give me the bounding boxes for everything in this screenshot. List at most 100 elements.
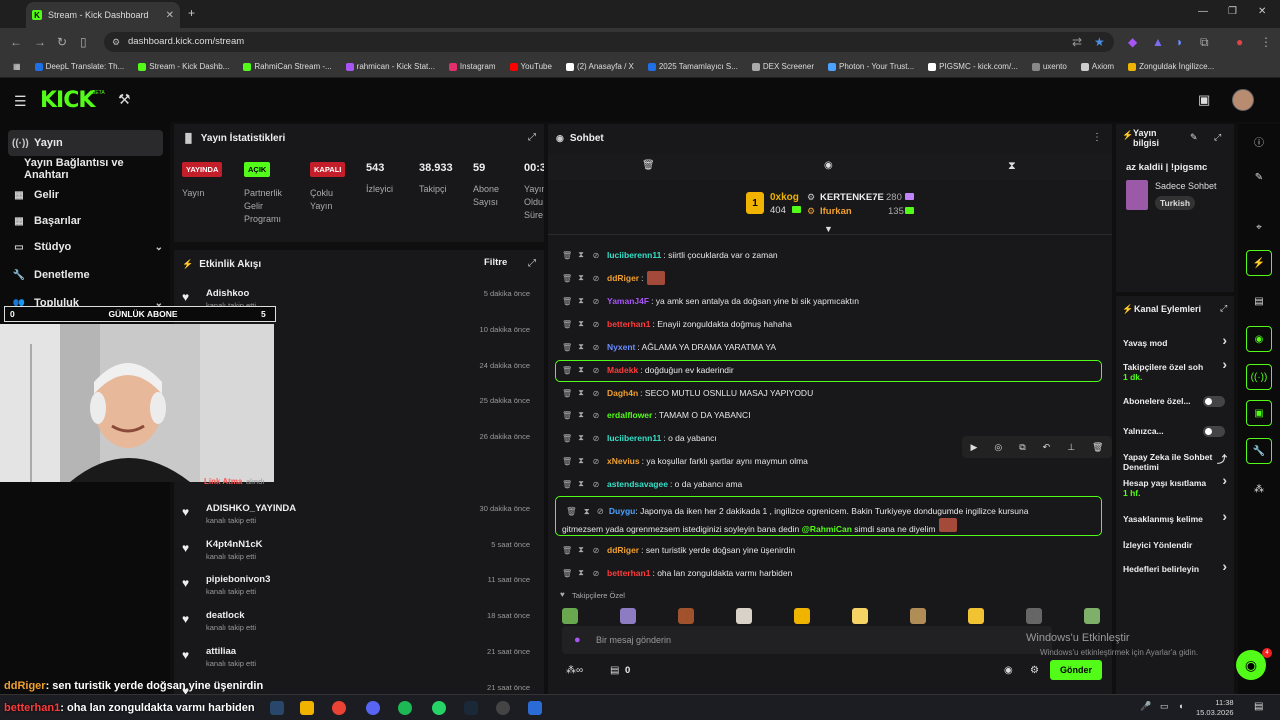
activity-user[interactable]: attiliaa	[206, 646, 236, 657]
nodes-icon[interactable]: ⁂	[1246, 476, 1272, 502]
timeout-icon[interactable]: ⧗	[577, 296, 585, 306]
chat-icon[interactable]: ◉	[824, 160, 833, 171]
ban-icon[interactable]: ⊘	[592, 320, 600, 329]
ban-icon[interactable]: ⊘	[592, 546, 600, 555]
mention-tag[interactable]: @RahmiCan	[802, 524, 852, 534]
minimize-icon[interactable]: —	[1198, 6, 1208, 17]
trash-icon[interactable]: 🗑	[642, 160, 655, 171]
chat-username[interactable]: betterhan1	[607, 319, 650, 329]
delete-icon[interactable]: 🗑	[562, 389, 572, 398]
side-panel-icon[interactable]: ▯	[80, 35, 87, 49]
ban-icon[interactable]: ⊘	[592, 389, 600, 398]
sidebar-item[interactable]: ▦ Başarılar	[8, 208, 163, 234]
microphone-icon[interactable]: 🎤	[1140, 701, 1151, 712]
window-close-icon[interactable]: ✕	[1258, 6, 1266, 17]
timeout-icon[interactable]: ⧗	[584, 506, 590, 516]
chat-username[interactable]: Nyxent	[607, 342, 635, 352]
delete-icon[interactable]: 🗑	[562, 434, 572, 443]
taskbar-clock[interactable]: 11:38 15.03.2026	[1196, 698, 1234, 718]
emote-image[interactable]	[1084, 608, 1100, 624]
pin-icon[interactable]: ⊥	[1067, 442, 1075, 453]
edit-pencil-icon[interactable]: ✎	[1246, 164, 1272, 190]
channel-action-item[interactable]: Abonelere özel...	[1123, 396, 1227, 407]
emote-image[interactable]	[852, 608, 868, 624]
ban-icon[interactable]: ⊘	[592, 457, 600, 466]
ban-icon[interactable]: ⊘	[592, 366, 600, 375]
ban-icon[interactable]: ⊘	[592, 569, 600, 578]
browser-menu-icon[interactable]: ⋮	[1260, 35, 1272, 49]
chat-username[interactable]: Duygu	[609, 506, 635, 516]
emote-image[interactable]	[1026, 608, 1042, 624]
delete-icon[interactable]: 🗑	[562, 274, 572, 283]
extension-icon[interactable]: ◆	[1128, 35, 1137, 49]
delete-icon[interactable]: 🗑	[562, 320, 572, 329]
translate-icon[interactable]: ⇄	[1072, 35, 1082, 49]
delete-icon[interactable]: 🗑	[562, 297, 572, 306]
timeout-icon[interactable]: ⧗	[577, 456, 585, 466]
chat-bubble-icon[interactable]: ◉	[1004, 665, 1013, 676]
filter-button[interactable]: Filtre	[484, 257, 507, 268]
channel-action-item[interactable]: Yapay Zeka ile Sohbet Denetimi ⤴	[1123, 452, 1227, 472]
new-tab-icon[interactable]: +	[188, 6, 195, 20]
bookmark-item[interactable]: Axiom	[1074, 62, 1121, 71]
copy-icon[interactable]: ⧉	[1019, 442, 1025, 453]
bookmark-item[interactable]: DeepL Translate: Th...	[28, 62, 132, 71]
toggle-switch[interactable]	[1203, 426, 1225, 437]
timeout-icon[interactable]: ⧗	[577, 250, 585, 260]
site-info-icon[interactable]: ⚙	[112, 32, 120, 52]
channel-action-item[interactable]: Yasaklanmış kelime ›	[1123, 509, 1227, 524]
bookmark-star-icon[interactable]: ★	[1094, 35, 1105, 49]
wallet-icon[interactable]: ▣	[1198, 92, 1210, 108]
undo-icon[interactable]: ↶	[1043, 442, 1051, 453]
chat-username[interactable]: luciiberenn11	[607, 250, 661, 260]
timeout-icon[interactable]: ⧗	[577, 319, 585, 329]
volume-icon[interactable]: ◖	[1178, 701, 1183, 711]
expand-icon[interactable]: ⤢	[1220, 303, 1227, 314]
app-icon[interactable]	[528, 701, 542, 715]
settings-gear-icon[interactable]: ⚙	[1030, 665, 1039, 676]
activity-user[interactable]: K4pt4nN1cK	[206, 539, 263, 550]
activity-user[interactable]: pipiebonivon3	[206, 574, 270, 585]
bookmark-item[interactable]: rahmican - Kick Stat...	[339, 62, 442, 71]
activity-user[interactable]: deatlock	[206, 610, 245, 621]
delete-icon[interactable]: 🗑	[562, 480, 572, 489]
activity-user[interactable]: ADISHKO_YAYINDA	[206, 503, 296, 514]
delete-icon[interactable]: 🗑	[562, 569, 572, 578]
ban-icon[interactable]: ⊘	[592, 343, 600, 352]
steam-icon[interactable]	[464, 701, 478, 715]
chat-username[interactable]: ddRiger	[607, 545, 639, 555]
bookmark-item[interactable]: Zonguldak İngilizce...	[1121, 62, 1221, 71]
ban-icon[interactable]: ⊘	[592, 411, 600, 420]
close-tab-icon[interactable]: ✕	[166, 10, 174, 21]
chat-username[interactable]: astendsavagee	[607, 479, 668, 489]
delete-icon[interactable]: 🗑	[562, 457, 572, 466]
channel-action-item[interactable]: Hesap yaşı kısıtlama 1 hf. ›	[1123, 473, 1227, 498]
bookmark-item[interactable]: PIGSMC - kick.com/...	[921, 62, 1025, 71]
send-button[interactable]: Gönder	[1050, 660, 1102, 680]
chat-username[interactable]: betterhan1	[607, 568, 650, 578]
expand-icon[interactable]: ⤢	[528, 258, 536, 269]
document-icon[interactable]: ▤	[1246, 288, 1272, 314]
chat-username[interactable]: luciiberenn11	[607, 433, 661, 443]
timeout-icon[interactable]: ⧗	[577, 365, 585, 375]
reply-icon[interactable]: ◎	[994, 442, 1002, 453]
timeout-icon[interactable]: ⧗	[577, 568, 585, 578]
leader-3-name[interactable]: Ifurkan	[820, 206, 852, 217]
edit-pencil-icon[interactable]: ✎	[1190, 132, 1198, 143]
chrome-icon[interactable]	[332, 701, 346, 715]
hourglass-icon[interactable]: ⧗	[1008, 160, 1016, 173]
leader-2-name[interactable]: KERTENKE7E	[820, 192, 884, 203]
url-field[interactable]: ⚙ dashboard.kick.com/stream	[104, 32, 1114, 52]
store-icon[interactable]: ▤	[610, 665, 619, 676]
file-explorer-icon[interactable]	[300, 701, 314, 715]
delete-icon[interactable]: 🗑	[562, 251, 572, 260]
ban-icon[interactable]: ⊘	[592, 434, 600, 443]
trash-icon[interactable]: 🗑	[1092, 442, 1103, 453]
target-icon[interactable]: ⌖	[1246, 214, 1272, 240]
timeout-icon[interactable]: ⧗	[577, 479, 585, 489]
bookmark-item[interactable]: Photon - Your Trust...	[821, 62, 921, 71]
play-icon[interactable]: ▶	[970, 442, 977, 453]
ban-icon[interactable]: ⊘	[592, 274, 600, 283]
discord-icon[interactable]	[366, 701, 380, 715]
activity-user[interactable]: Adishkoo	[206, 288, 249, 299]
